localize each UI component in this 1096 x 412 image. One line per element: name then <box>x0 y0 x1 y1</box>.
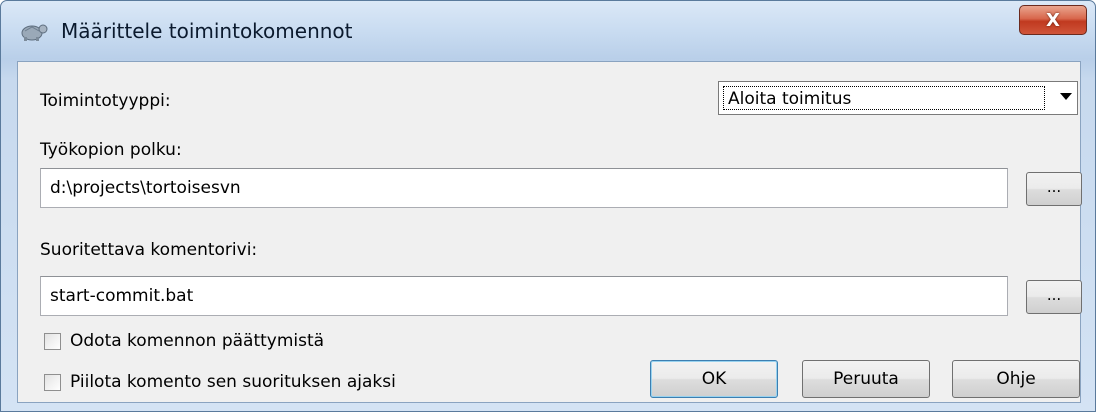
close-icon: X <box>1046 9 1060 31</box>
title-bar[interactable]: Määrittele toimintokomennot X <box>1 1 1095 61</box>
dialog-content: Toimintotyyppi: Aloita toimitus Työkopio… <box>17 61 1082 403</box>
hide-checkbox[interactable] <box>44 374 61 391</box>
working-copy-path-input[interactable]: d:\projects\tortoisesvn <box>40 168 1008 208</box>
command-browse-button[interactable]: ... <box>1026 280 1082 314</box>
close-button[interactable]: X <box>1019 5 1087 35</box>
hide-checkbox-label[interactable]: Piilota komento sen suorituksen ajaksi <box>70 372 396 392</box>
command-label: Suoritettava komentorivi: <box>40 240 258 260</box>
working-copy-label: Työkopion polku: <box>40 140 182 160</box>
chevron-down-icon <box>1060 93 1072 100</box>
dialog-window: Määrittele toimintokomennot X Toimintoty… <box>0 0 1096 412</box>
wait-checkbox[interactable] <box>44 333 61 350</box>
action-type-label: Toimintotyyppi: <box>40 91 171 111</box>
window-title: Määrittele toimintokomennot <box>61 19 353 43</box>
tortoise-icon <box>19 19 49 43</box>
ok-button[interactable]: OK <box>650 360 778 398</box>
action-type-selected-value: Aloita toimitus <box>723 86 1045 110</box>
cancel-button[interactable]: Peruuta <box>802 360 930 398</box>
wait-checkbox-label[interactable]: Odota komennon päättymistä <box>70 331 324 351</box>
help-button[interactable]: Ohje <box>952 360 1080 398</box>
command-line-input[interactable]: start-commit.bat <box>40 276 1008 316</box>
action-type-dropdown[interactable]: Aloita toimitus <box>718 81 1078 115</box>
working-copy-browse-button[interactable]: ... <box>1026 172 1082 206</box>
